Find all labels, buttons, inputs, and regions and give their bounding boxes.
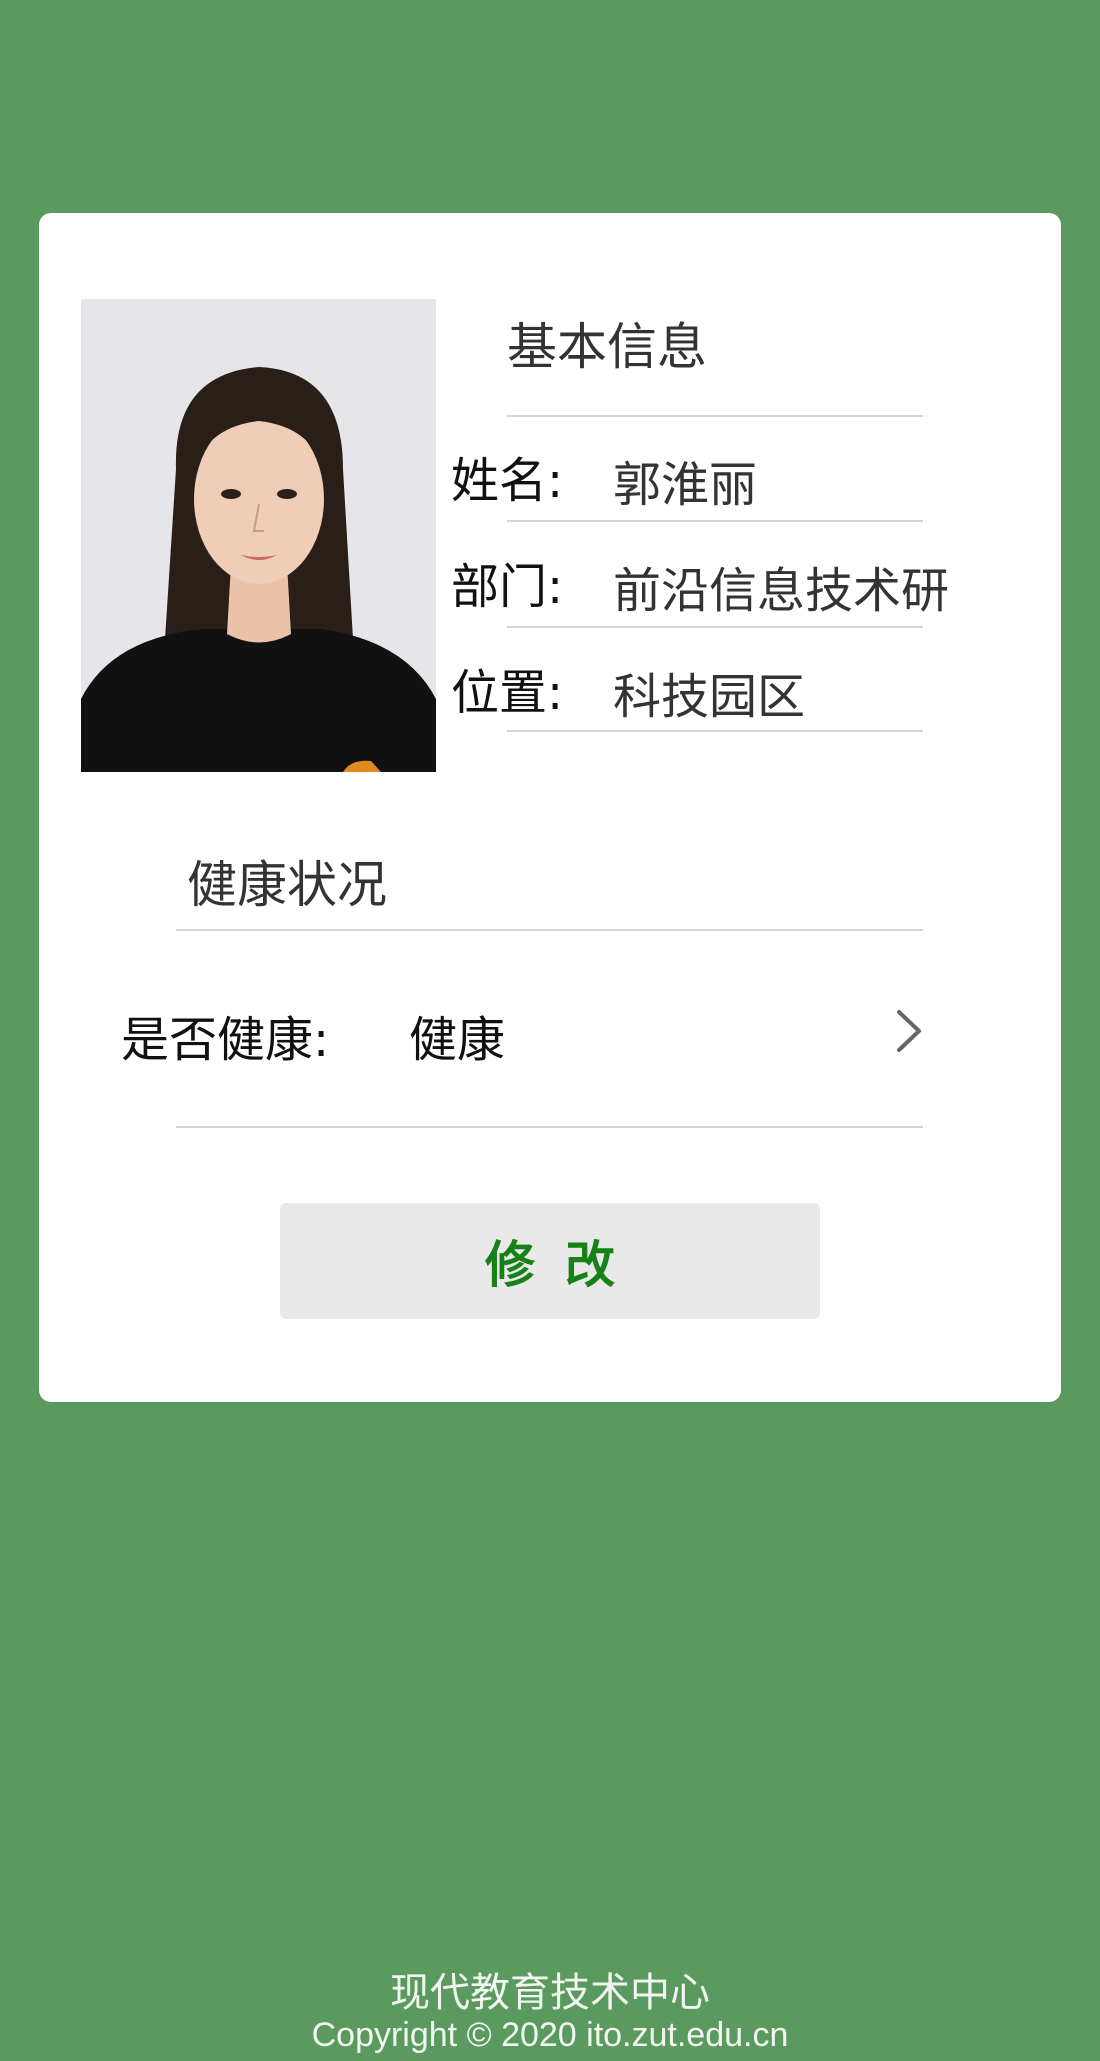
profile-photo xyxy=(81,299,436,772)
footer-organization: 现代教育技术中心 xyxy=(390,1970,710,2016)
divider xyxy=(507,730,923,732)
name-label: 姓名: xyxy=(451,453,564,509)
health-status-title: 健康状况 xyxy=(187,856,387,914)
department-value: 前沿信息技术研 xyxy=(613,563,950,619)
department-label: 部门: xyxy=(451,559,564,615)
basic-info-title: 基本信息 xyxy=(507,318,707,376)
profile-card: 基本信息 姓名: 郭淮丽 部门: 前沿信息技术研 位置: 科技园区 健康状况 是… xyxy=(39,213,1061,1402)
footer-copyright: Copyright © 2020 ito.zut.edu.cn xyxy=(311,2016,789,2054)
health-status-value: 健康 xyxy=(409,1012,506,1068)
divider xyxy=(507,415,923,417)
chevron-right-icon[interactable] xyxy=(891,1006,927,1056)
location-label: 位置: xyxy=(451,665,564,721)
health-status-label: 是否健康: xyxy=(121,1012,330,1068)
divider xyxy=(176,1126,923,1128)
divider xyxy=(507,520,923,522)
divider xyxy=(507,626,923,628)
divider xyxy=(176,929,923,931)
location-value: 科技园区 xyxy=(613,669,806,725)
name-value: 郭淮丽 xyxy=(613,457,758,513)
modify-button[interactable]: 修改 xyxy=(280,1203,820,1319)
